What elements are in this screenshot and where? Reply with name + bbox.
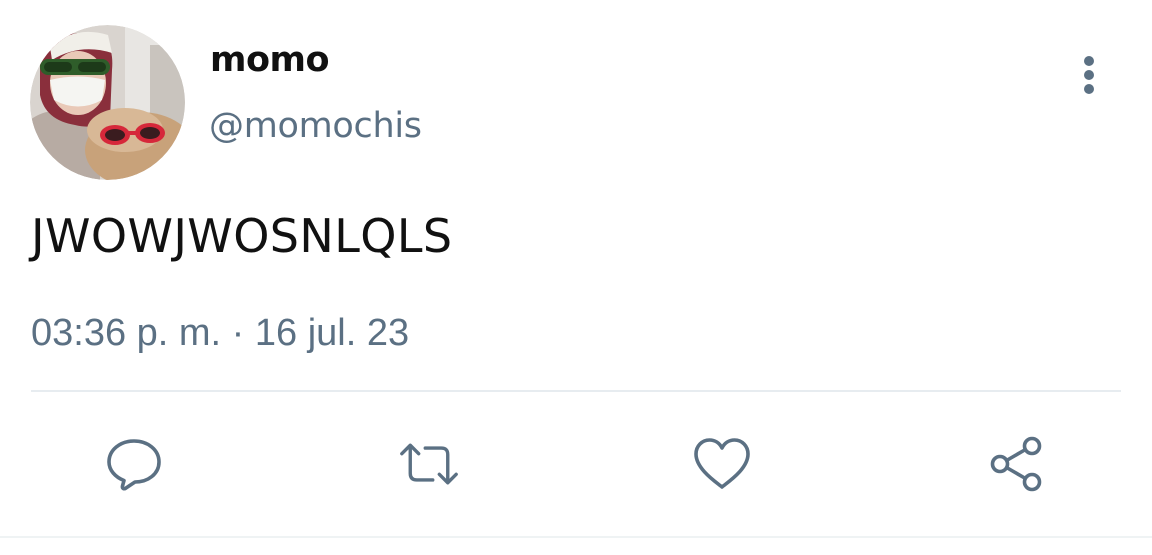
- share-button[interactable]: [987, 434, 1047, 494]
- more-options-button[interactable]: [1066, 52, 1112, 98]
- avatar[interactable]: [30, 25, 185, 180]
- display-name[interactable]: momo: [210, 40, 330, 80]
- reply-icon: [107, 439, 161, 491]
- bottom-divider: [0, 536, 1152, 538]
- retweet-icon: [400, 443, 458, 485]
- user-handle[interactable]: @momochis: [209, 106, 422, 146]
- reply-button[interactable]: [104, 434, 164, 494]
- more-vertical-icon: [1084, 56, 1094, 94]
- avatar-image: [30, 25, 185, 180]
- tweet-text: JWOWJWOSNLQLS: [31, 209, 453, 263]
- tweet-timestamp[interactable]: 03:36 p. m. · 16 jul. 23: [31, 312, 409, 355]
- share-icon: [990, 436, 1042, 492]
- retweet-button[interactable]: [399, 434, 459, 494]
- like-button[interactable]: [692, 434, 752, 494]
- tweet-detail: momo @momochis JWOWJWOSNLQLS 03:36 p. m.…: [0, 0, 1152, 555]
- heart-icon: [694, 438, 750, 489]
- divider: [31, 390, 1121, 392]
